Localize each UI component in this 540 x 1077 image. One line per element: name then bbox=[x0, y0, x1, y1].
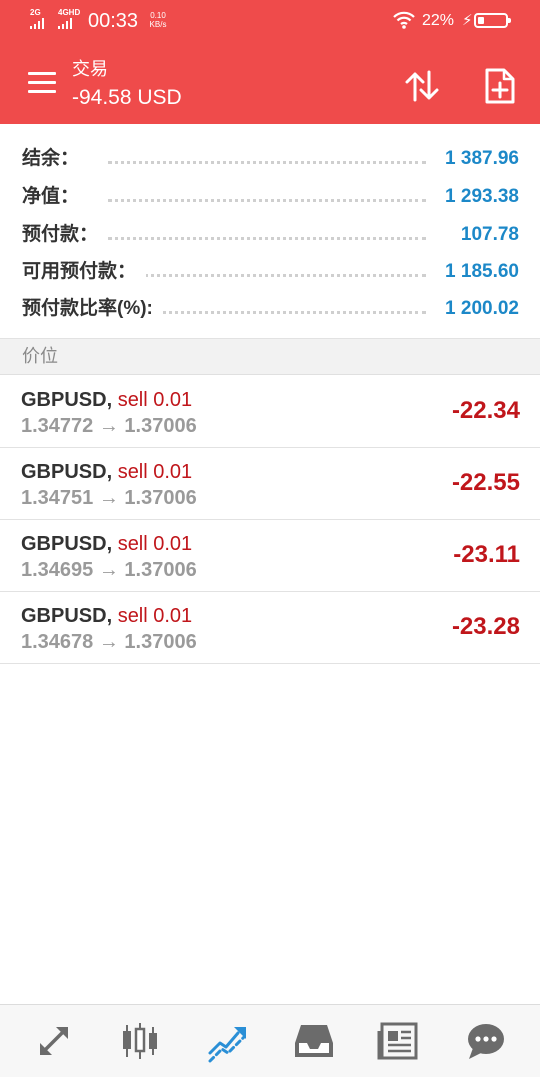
balance-value: 1 387.96 bbox=[435, 147, 519, 171]
summary-row-free-margin: 可用预付款： 1 185.60 bbox=[0, 252, 540, 290]
position-symbol: GBPUSD, bbox=[21, 605, 113, 627]
position-profit: -22.55 bbox=[451, 469, 520, 496]
position-profit: -23.28 bbox=[451, 613, 520, 640]
position-row[interactable]: GBPUSD, sell 0.01 1.34751 → 1.37006 -22.… bbox=[0, 448, 540, 520]
network-speed: 0.10 KB/s bbox=[146, 11, 170, 29]
position-side: sell 0.01 bbox=[117, 533, 193, 555]
position-prices: 1.34695 → 1.37006 bbox=[21, 559, 197, 581]
battery-icon bbox=[474, 13, 511, 28]
position-side: sell 0.01 bbox=[117, 389, 193, 411]
section-title: 价位 bbox=[22, 346, 58, 366]
position-symbol: GBPUSD, bbox=[21, 533, 113, 555]
equity-value: 1 293.38 bbox=[435, 185, 519, 209]
equity-label: 净值： bbox=[22, 185, 90, 209]
position-prices: 1.34751 → 1.37006 bbox=[21, 487, 197, 509]
sim1-network-type: 2G bbox=[30, 8, 41, 17]
chat-bubble-icon bbox=[468, 1024, 504, 1059]
position-prices: 1.34678 → 1.37006 bbox=[21, 631, 197, 653]
free-margin-value: 1 185.60 bbox=[435, 260, 519, 284]
bottom-navigation bbox=[0, 1004, 540, 1077]
battery-fill bbox=[478, 17, 484, 24]
nav-quotes[interactable] bbox=[32, 1019, 76, 1063]
network-speed-value: 0.10 bbox=[150, 11, 166, 20]
nav-chart[interactable] bbox=[118, 1019, 162, 1063]
sim2-network-type: 4GHD bbox=[58, 8, 81, 17]
position-side: sell 0.01 bbox=[117, 605, 193, 627]
positions-list: GBPUSD, sell 0.01 1.34772 → 1.37006 -22.… bbox=[0, 376, 540, 664]
battery-percent: 22% bbox=[422, 12, 455, 29]
position-side: sell 0.01 bbox=[117, 461, 193, 483]
margin-level-value: 1 200.02 bbox=[435, 297, 519, 321]
nav-history[interactable] bbox=[292, 1019, 336, 1063]
news-icon bbox=[377, 1022, 418, 1060]
position-symbol: GBPUSD, bbox=[21, 389, 113, 411]
charging-icon: ⚡ bbox=[462, 12, 473, 29]
position-symbol: GBPUSD, bbox=[21, 461, 113, 483]
position-row[interactable]: GBPUSD, sell 0.01 1.34695 → 1.37006 -23.… bbox=[0, 520, 540, 592]
summary-row-equity: 净值： 1 293.38 bbox=[0, 177, 540, 215]
summary-row-balance: 结余： 1 387.96 bbox=[0, 139, 540, 177]
trade-trend-icon bbox=[208, 1027, 246, 1063]
nav-trade[interactable] bbox=[206, 1019, 250, 1063]
position-profit: -22.34 bbox=[451, 397, 520, 424]
margin-label: 预付款： bbox=[22, 223, 109, 247]
nav-chat[interactable] bbox=[464, 1019, 508, 1063]
new-document-icon[interactable] bbox=[482, 66, 518, 106]
nav-news[interactable] bbox=[376, 1019, 420, 1063]
page-title: 交易 bbox=[72, 59, 108, 79]
inbox-history-icon bbox=[295, 1025, 333, 1057]
sort-arrows-icon[interactable] bbox=[402, 66, 442, 106]
margin-value: 107.78 bbox=[450, 223, 519, 247]
wifi-icon bbox=[393, 11, 415, 29]
position-row[interactable]: GBPUSD, sell 0.01 1.34772 → 1.37006 -22.… bbox=[0, 376, 540, 448]
balance-label: 结余： bbox=[22, 147, 90, 171]
menu-button[interactable] bbox=[28, 72, 56, 94]
app-header: 2G 4GHD 00:33 0.10 KB/s 22% ⚡ 交易 -94.58 … bbox=[0, 0, 540, 124]
free-margin-label: 可用预付款： bbox=[22, 260, 147, 284]
position-row[interactable]: GBPUSD, sell 0.01 1.34678 → 1.37006 -23.… bbox=[0, 592, 540, 664]
quotes-arrows-icon bbox=[40, 1027, 68, 1055]
status-bar: 2G 4GHD 00:33 0.10 KB/s 22% ⚡ bbox=[0, 0, 540, 42]
candlestick-chart-icon bbox=[123, 1023, 157, 1059]
account-summary: 结余： 1 387.96 净值： 1 293.38 预付款： 107.78 可用… bbox=[0, 125, 540, 339]
summary-row-margin: 预付款： 107.78 bbox=[0, 215, 540, 253]
margin-level-label: 预付款比率(%): bbox=[22, 297, 163, 321]
positions-section-header: 价位 bbox=[0, 339, 540, 375]
total-profit: -94.58 USD bbox=[72, 86, 182, 109]
network-speed-unit: KB/s bbox=[149, 20, 167, 29]
position-profit: -23.11 bbox=[453, 541, 520, 568]
summary-row-margin-level: 预付款比率(%): 1 200.02 bbox=[0, 289, 540, 327]
status-time: 00:33 bbox=[88, 10, 139, 32]
position-prices: 1.34772 → 1.37006 bbox=[21, 415, 197, 437]
